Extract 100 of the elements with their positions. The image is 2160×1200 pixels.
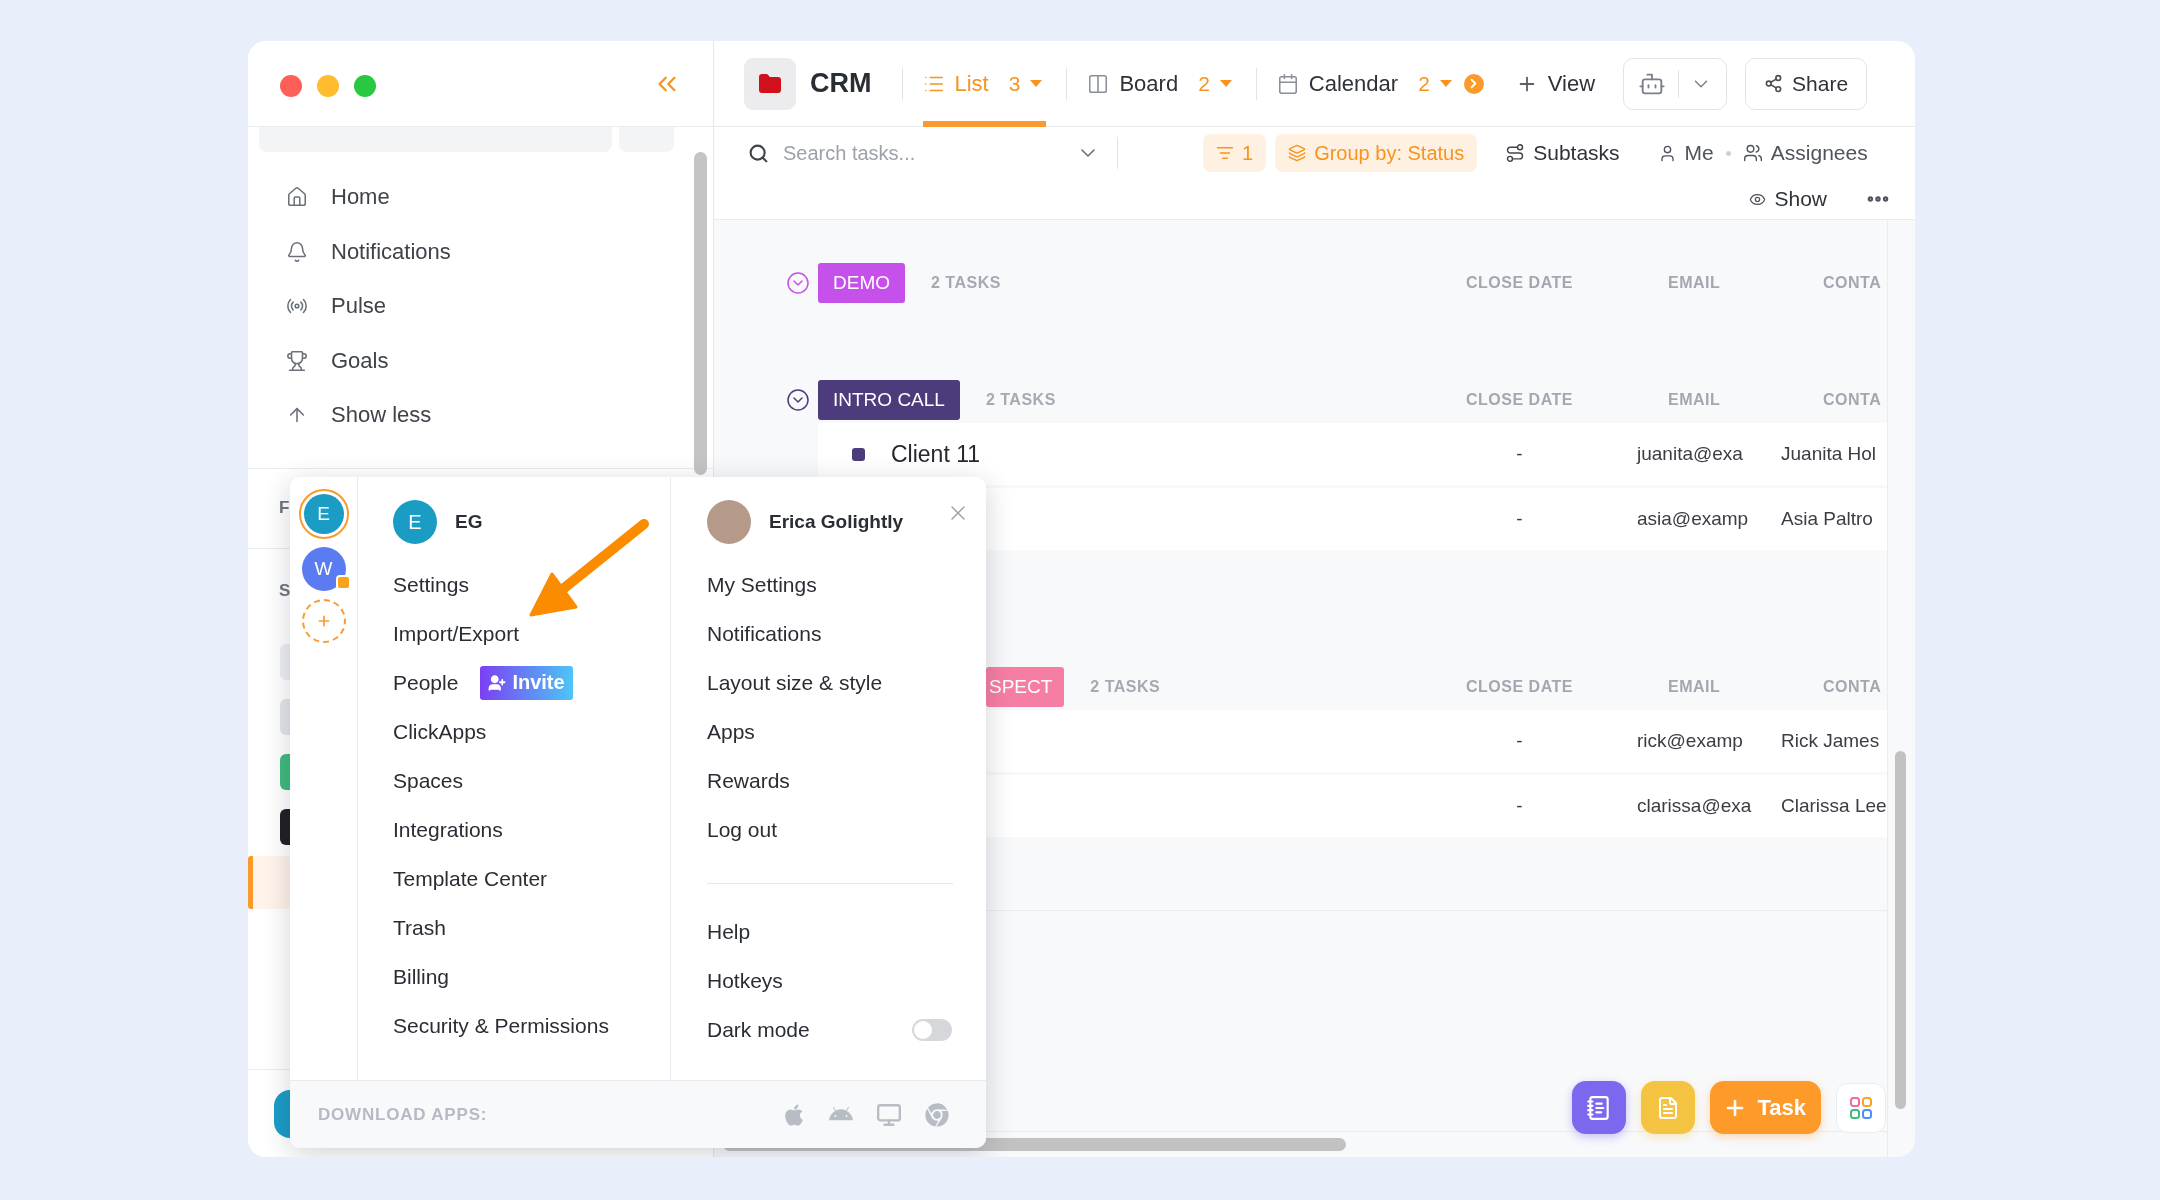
status-label: INTRO CALL [818, 380, 960, 420]
close-date-cell: - [1516, 443, 1523, 465]
menu-item[interactable]: Trash [393, 915, 446, 940]
menu-item[interactable]: Dark mode [707, 1017, 810, 1042]
scrollbar-thumb[interactable] [1895, 751, 1906, 1109]
add-view-button[interactable]: View [1515, 70, 1596, 97]
menu-item[interactable]: ClickApps [393, 719, 487, 744]
collapse-toggle-icon[interactable] [786, 271, 810, 295]
workspace-avatar: E [393, 500, 437, 544]
menu-item[interactable]: Integrations [393, 817, 503, 842]
assignees-button[interactable]: Assignees [1742, 141, 1868, 165]
tab-count: 2 [1198, 71, 1210, 96]
tab-count: 3 [1008, 71, 1021, 96]
space-icon[interactable] [280, 809, 291, 845]
nav-item[interactable]: Home [286, 184, 390, 211]
maximize-window-button[interactable] [354, 75, 376, 97]
user-name: Erica Golightly [769, 511, 904, 533]
email-cell: rick@examp [1637, 730, 1743, 752]
status-label: SPECT [986, 667, 1065, 707]
menu-item[interactable]: Rewards [707, 768, 790, 793]
menu-item[interactable]: Log out [707, 817, 778, 842]
section-heading: F [279, 498, 290, 518]
desktop-icon[interactable] [876, 1101, 902, 1128]
nav-item[interactable]: Pulse [286, 293, 387, 320]
menu-item[interactable]: Billing [393, 964, 450, 989]
search-icon [748, 142, 769, 164]
contact-cell: Clarissa Lee [1781, 795, 1887, 817]
footer-label: DOWNLOAD APPS: [318, 1104, 488, 1125]
task-row[interactable]: - clarissa@exa Clarissa Lee [986, 775, 1887, 837]
search-field[interactable]: Search tasks... [783, 138, 1062, 168]
close-date-cell: - [1516, 730, 1523, 752]
menu-item[interactable]: People [393, 670, 459, 695]
task-row[interactable]: - rick@examp Rick James [986, 710, 1887, 772]
share-button[interactable]: Share [1745, 57, 1868, 110]
grid-icon [1850, 1096, 1872, 1119]
column-header: EMAIL [1668, 391, 1721, 409]
layers-icon [1288, 144, 1307, 162]
nav-item[interactable]: Notifications [286, 238, 451, 265]
column-header: CONTA [1823, 391, 1882, 409]
menu-item[interactable]: Apps [707, 719, 755, 744]
dot-icon [1725, 150, 1731, 156]
columns-icon [1087, 72, 1110, 95]
contact-cell: Asia Paltro [1781, 508, 1873, 530]
chrome-icon[interactable] [925, 1102, 949, 1127]
trophy-icon [286, 349, 308, 372]
view-tab[interactable]: Calendar 2 [1276, 41, 1456, 127]
status-label: DEMO [818, 263, 905, 303]
column-header: CONTA [1823, 678, 1882, 696]
collapse-toggle-icon[interactable] [786, 388, 810, 412]
email-cell: juanita@exa [1637, 443, 1743, 465]
section-heading: S [279, 580, 291, 601]
task-name: Client 11 [891, 440, 981, 468]
home-icon [286, 186, 308, 209]
caret-icon [1439, 80, 1452, 87]
robot-button[interactable] [1623, 57, 1728, 110]
menu-item[interactable]: Security & Permissions [393, 1013, 609, 1038]
scrollbar-thumb[interactable] [694, 152, 707, 475]
close-window-button[interactable] [280, 75, 302, 97]
dark-mode-toggle[interactable] [912, 1018, 952, 1041]
calendar-icon [1276, 72, 1299, 95]
bell-icon [286, 240, 308, 263]
menu-item[interactable]: Template Center [393, 866, 548, 891]
menu-item[interactable]: Layout size & style [707, 670, 883, 695]
profile-photo [707, 500, 751, 544]
notepad-button[interactable] [1572, 1081, 1627, 1134]
email-cell: asia@examp [1637, 508, 1749, 530]
column-header: CLOSE DATE [1466, 678, 1573, 696]
caret-icon [1030, 80, 1043, 87]
nav-item[interactable]: Show less [286, 402, 432, 429]
status-icon [852, 447, 865, 461]
share-icon [1764, 74, 1784, 93]
view-tab[interactable]: Board 2 [1087, 41, 1236, 127]
list-title: CRM [810, 68, 872, 99]
document-button[interactable] [1641, 1081, 1696, 1134]
caret-icon [1219, 80, 1232, 87]
task-row[interactable]: - asia@examp Asia Paltro [986, 488, 1887, 550]
show-button[interactable]: Show [1749, 187, 1827, 211]
add-person-icon [488, 673, 507, 692]
chevron-right-icon[interactable] [1463, 73, 1484, 94]
user-avatar[interactable] [274, 1089, 290, 1138]
nav-item[interactable]: Goals [286, 347, 389, 374]
menu-item[interactable]: Notifications [707, 621, 822, 646]
subtasks-icon [1505, 143, 1526, 163]
apple-icon[interactable] [782, 1102, 806, 1127]
add-workspace-button[interactable] [301, 599, 346, 643]
email-cell: clarissa@exa [1637, 795, 1752, 817]
sidebar-item[interactable] [248, 855, 290, 909]
menu-item[interactable]: Hotkeys [707, 968, 783, 993]
menu-item[interactable]: Spaces [393, 768, 464, 793]
menu-item[interactable]: Help [707, 919, 751, 944]
menu-item[interactable]: Settings [393, 572, 469, 597]
menu-item[interactable]: My Settings [707, 572, 817, 597]
apps-button[interactable] [1836, 1082, 1886, 1133]
me-button[interactable]: Me [1657, 141, 1714, 165]
minimize-window-button[interactable] [317, 75, 339, 97]
tab-count: 2 [1418, 71, 1430, 96]
task-row[interactable]: Client 11 - juanita@exa Juanita Hol [818, 423, 1887, 485]
subtasks-button[interactable]: Subtasks [1505, 141, 1620, 165]
menu-item[interactable]: Import/Export [393, 621, 520, 646]
task-count: 2 TASKS [931, 274, 1001, 292]
